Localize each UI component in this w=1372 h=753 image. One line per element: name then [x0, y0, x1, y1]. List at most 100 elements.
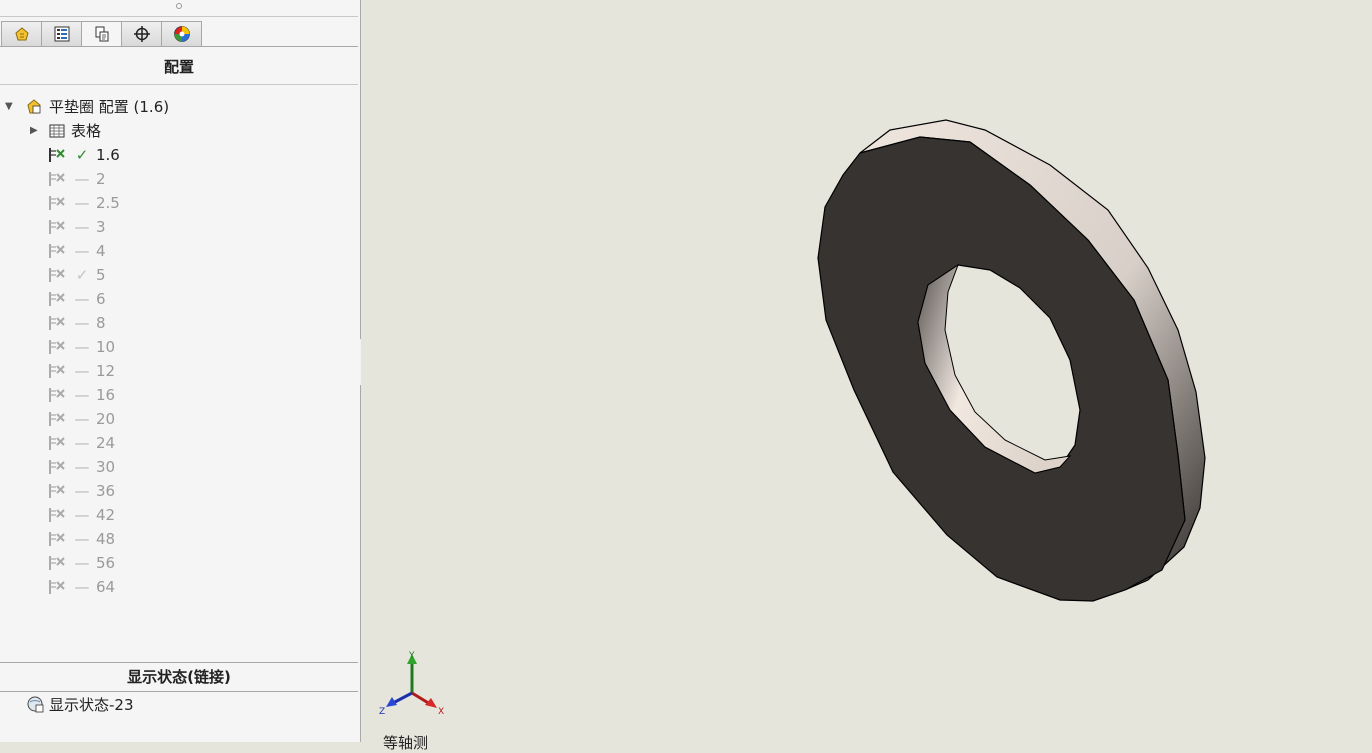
configuration-item[interactable]: —6 [0, 287, 358, 311]
inactive-dash-icon: — [74, 434, 90, 452]
inactive-dash-icon: — [74, 554, 90, 572]
collapse-arrow-icon[interactable]: ▼ [5, 95, 13, 119]
triad-y-label: Y [408, 651, 415, 661]
inactive-dash-icon: — [74, 506, 90, 524]
inactive-dash-icon: — [74, 458, 90, 476]
inactive-dash-icon: — [74, 362, 90, 380]
display-state-label: 显示状态-23 [49, 696, 134, 714]
configuration-label: 5 [96, 266, 106, 284]
view-orientation-label: 等轴测 [383, 734, 429, 752]
expand-arrow-icon[interactable]: ▶ [30, 119, 38, 143]
table-icon [49, 124, 65, 138]
configuration-manager-icon [95, 26, 108, 42]
configuration-item[interactable]: —4 [0, 239, 358, 263]
configuration-item[interactable]: — 36 [0, 479, 358, 503]
configuration-item[interactable]: — 42 [0, 503, 358, 527]
configuration-label: 12 [96, 362, 116, 380]
display-manager-icon [173, 26, 190, 42]
configuration-label: 8 [96, 314, 106, 332]
divider [0, 84, 358, 85]
configuration-icon [49, 484, 65, 498]
inactive-dash-icon: — [74, 194, 90, 212]
configuration-list: ✓ 1.6—2—2.5—3—4 ✓ 5—6—8—10—12—16—20—24—30—3… [0, 143, 358, 599]
configuration-icon [49, 460, 65, 474]
configuration-tree: ▼ 平垫圈 配置 (1.6) ▶ 表格 ✓ 1.6—2—2.5—3—4 ✓ 5—6—8… [0, 95, 358, 599]
configuration-item[interactable]: — 48 [0, 527, 358, 551]
tables-label: 表格 [71, 122, 102, 140]
tab-dimxpert-manager[interactable] [121, 21, 161, 47]
panel-grip[interactable] [176, 3, 182, 9]
configuration-label: 16 [96, 386, 116, 404]
inactive-dash-icon: — [74, 242, 90, 260]
configuration-label: 48 [96, 530, 116, 548]
configuration-item[interactable]: —3 [0, 215, 358, 239]
feature-manager-icon [14, 27, 29, 41]
configuration-icon [49, 532, 65, 546]
configuration-item[interactable]: — 64 [0, 575, 358, 599]
configuration-icon [49, 388, 65, 402]
configuration-icon [49, 508, 65, 522]
tree-node-tables[interactable]: ▶ 表格 [0, 119, 358, 143]
configuration-item[interactable]: — 10 [0, 335, 358, 359]
inactive-dash-icon: — [74, 410, 90, 428]
configuration-label: 2.5 [96, 194, 120, 212]
display-state-icon [27, 696, 44, 713]
triad-x-label: X [438, 707, 444, 717]
configuration-item[interactable]: —2 [0, 167, 358, 191]
washer-model[interactable] [361, 0, 1372, 742]
property-manager-icon [54, 26, 69, 42]
configuration-label: 2 [96, 170, 106, 188]
configuration-item[interactable]: — 24 [0, 431, 358, 455]
inactive-dash-icon: — [74, 578, 90, 596]
configuration-item[interactable]: — 56 [0, 551, 358, 575]
configuration-item[interactable]: — 30 [0, 455, 358, 479]
configuration-label: 24 [96, 434, 116, 452]
configuration-item[interactable]: — 2.5 [0, 191, 358, 215]
inactive-dash-icon: — [74, 530, 90, 548]
configuration-icon [49, 580, 65, 594]
configuration-label: 1.6 [96, 146, 120, 164]
manager-tab-bar [1, 21, 202, 47]
configuration-icon [49, 268, 65, 282]
configuration-icon [49, 148, 65, 162]
configuration-label: 10 [96, 338, 116, 356]
configuration-icon [49, 556, 65, 570]
configuration-manager-panel: 配置 ▼ 平垫圈 配置 (1.6) ▶ 表格 ✓ 1.6—2—2.5—3—4 ✓ 5—… [0, 0, 361, 742]
configuration-item[interactable]: —8 [0, 311, 358, 335]
tab-feature-manager[interactable] [1, 21, 41, 47]
configuration-icon [49, 220, 65, 234]
tree-root-node[interactable]: ▼ 平垫圈 配置 (1.6) [0, 95, 358, 119]
configuration-label: 4 [96, 242, 106, 260]
configuration-label: 56 [96, 554, 116, 572]
divider [0, 16, 358, 17]
inactive-dash-icon: — [74, 170, 90, 188]
divider [0, 46, 358, 47]
tab-display-manager[interactable] [161, 21, 202, 47]
display-state-item[interactable]: 显示状态-23 [0, 693, 358, 717]
panel-title: 配置 [163, 58, 194, 76]
inactive-dash-icon: — [74, 386, 90, 404]
inactive-dash-icon: — [74, 314, 90, 332]
dimxpert-icon [133, 26, 150, 42]
configuration-item[interactable]: — 20 [0, 407, 358, 431]
graphics-viewport[interactable]: Y X Z 等轴测 [361, 0, 1372, 752]
inactive-dash-icon: — [74, 338, 90, 356]
root-node-label: 平垫圈 配置 (1.6) [49, 98, 170, 116]
coordinate-triad: Y X Z [379, 651, 444, 717]
checkmark-icon: ✓ [75, 266, 89, 284]
configuration-item[interactable]: — 12 [0, 359, 358, 383]
configuration-icon [49, 292, 65, 306]
display-states-header: 显示状态(链接) [0, 662, 358, 692]
configuration-item[interactable]: — 16 [0, 383, 358, 407]
inactive-dash-icon: — [74, 290, 90, 308]
tab-property-manager[interactable] [41, 21, 81, 47]
configuration-icon [49, 412, 65, 426]
configuration-item[interactable]: ✓ 5 [0, 263, 358, 287]
tab-configuration-manager[interactable] [81, 21, 121, 47]
triad-z-label: Z [379, 707, 385, 717]
configuration-icon [49, 196, 65, 210]
configuration-icon [49, 316, 65, 330]
configuration-icon [49, 172, 65, 186]
configuration-label: 3 [96, 218, 106, 236]
configuration-item[interactable]: ✓ 1.6 [0, 143, 358, 167]
